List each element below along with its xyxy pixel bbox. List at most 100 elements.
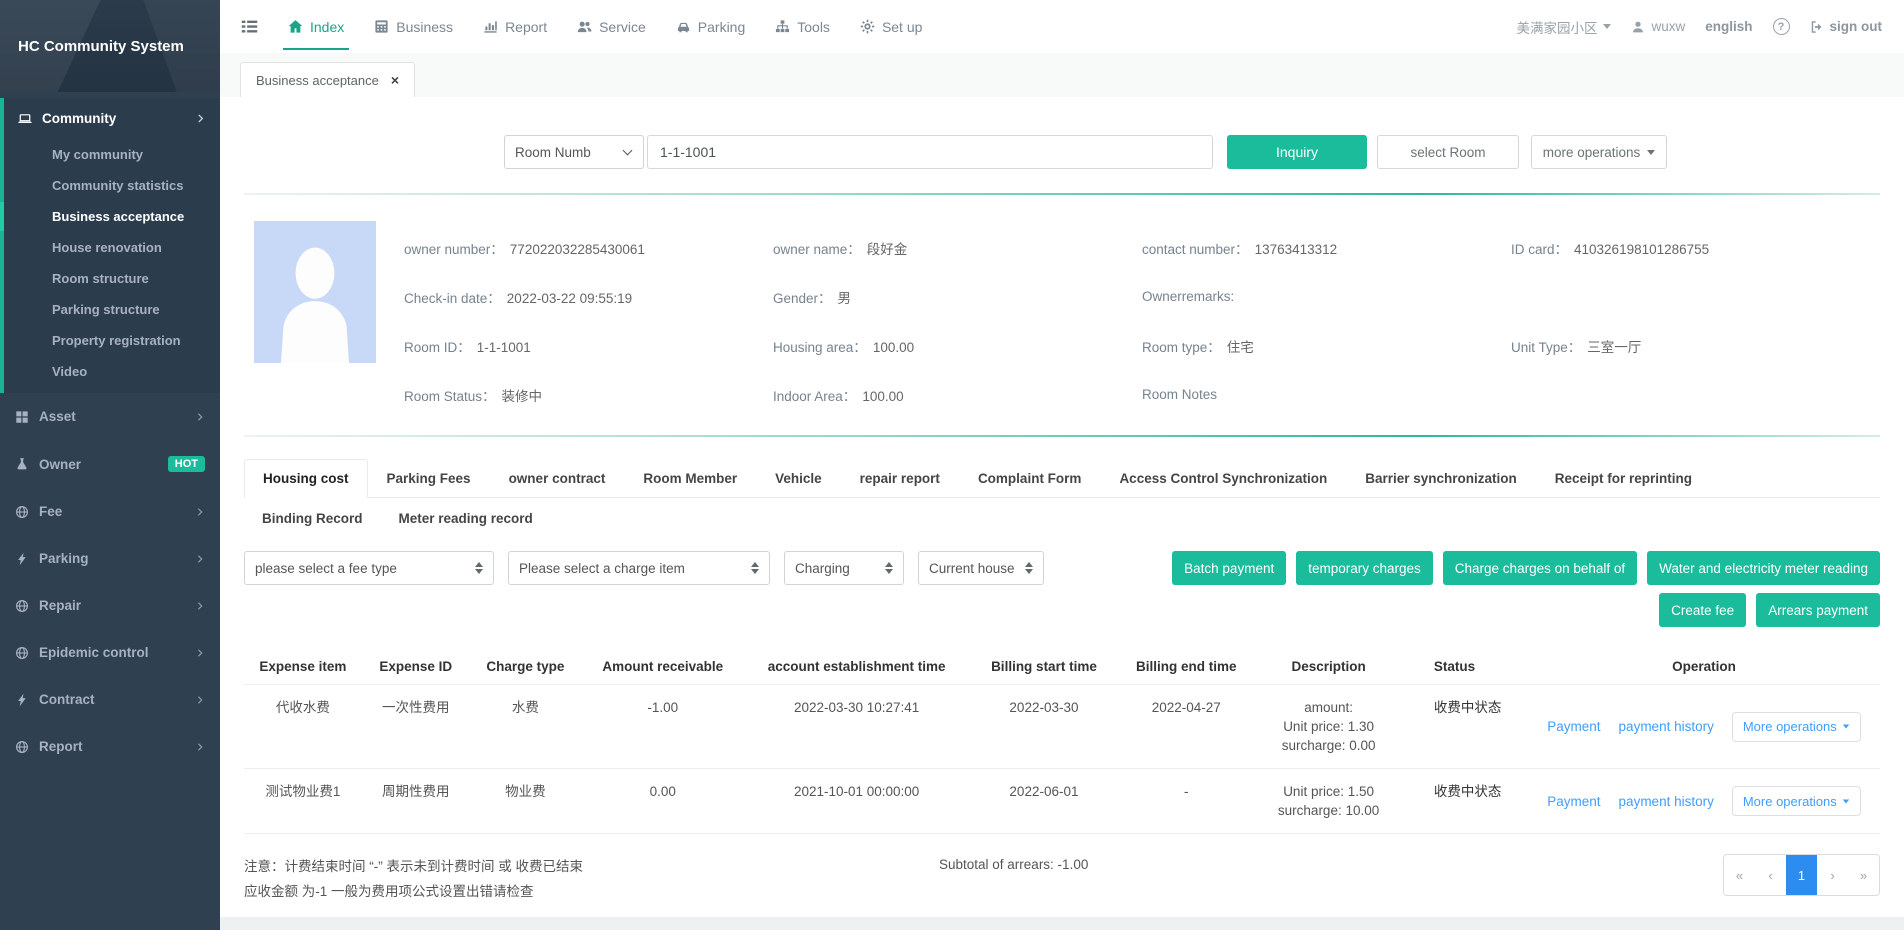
room-select-value: Room Numb bbox=[515, 145, 616, 160]
payment-history-link[interactable]: payment history bbox=[1619, 792, 1714, 811]
description-line: amount: bbox=[1253, 698, 1404, 717]
sidebar-item-video[interactable]: Video bbox=[4, 356, 220, 387]
fee-actions: Batch payment temporary charges Charge c… bbox=[1135, 551, 1880, 627]
nav-item-index[interactable]: Index bbox=[273, 0, 359, 53]
user-icon bbox=[1631, 20, 1645, 34]
chevron-right-icon bbox=[195, 601, 205, 611]
nav-item-report[interactable]: Report bbox=[468, 0, 562, 53]
create-fee-button[interactable]: Create fee bbox=[1659, 593, 1746, 627]
sidebar-item-fee[interactable]: Fee bbox=[0, 488, 220, 535]
sidebar-item-label: Fee bbox=[39, 504, 62, 519]
sidebar-item-parking-structure[interactable]: Parking structure bbox=[4, 294, 220, 325]
updown-caret-icon bbox=[1025, 562, 1033, 574]
caret-down-icon bbox=[1647, 150, 1655, 155]
nav-item-setup[interactable]: Set up bbox=[845, 0, 937, 53]
charge-item-value: Please select a charge item bbox=[519, 561, 743, 576]
sidebar-item-house-renovation[interactable]: House renovation bbox=[4, 232, 220, 263]
field-room-status: Room Status：装修中 bbox=[404, 385, 773, 405]
nav-item-label: Service bbox=[599, 19, 646, 35]
tab-complaint-form[interactable]: Complaint Form bbox=[959, 459, 1101, 498]
nav-item-service[interactable]: Service bbox=[562, 0, 661, 53]
cell-billing-start-time: 2022-03-30 bbox=[969, 698, 1120, 717]
payment-link[interactable]: Payment bbox=[1547, 792, 1600, 811]
arrears-payment-button[interactable]: Arrears payment bbox=[1756, 593, 1880, 627]
sidebar-item-business-acceptance[interactable]: Business acceptance bbox=[4, 201, 220, 232]
nav-item-label: Tools bbox=[797, 19, 830, 35]
cell-description: amount: Unit price: 1.30 surcharge: 0.00 bbox=[1253, 698, 1404, 755]
tab-owner-contract[interactable]: owner contract bbox=[490, 459, 625, 498]
content-panel: Room Numb Inquiry select Room more opera… bbox=[220, 97, 1904, 917]
sidebar-item-report[interactable]: Report bbox=[0, 723, 220, 770]
payment-history-link[interactable]: payment history bbox=[1619, 717, 1714, 736]
sidebar-item-my-community[interactable]: My community bbox=[4, 139, 220, 170]
tab-meter-reading-record[interactable]: Meter reading record bbox=[381, 498, 551, 539]
tab-binding-record[interactable]: Binding Record bbox=[244, 498, 381, 539]
tab-parking-fees[interactable]: Parking Fees bbox=[368, 459, 490, 498]
tab-repair-report[interactable]: repair report bbox=[841, 459, 959, 498]
sidebar-item-contract[interactable]: Contract bbox=[0, 676, 220, 723]
more-operations-button[interactable]: More operations bbox=[1732, 786, 1861, 816]
more-operations-button[interactable]: More operations bbox=[1732, 712, 1861, 742]
calculator-icon bbox=[374, 19, 389, 34]
tab-housing-cost[interactable]: Housing cost bbox=[244, 459, 368, 498]
page-next-button[interactable]: › bbox=[1817, 855, 1848, 895]
close-icon[interactable]: × bbox=[391, 72, 399, 88]
current-house-select[interactable]: Current house bbox=[918, 551, 1044, 585]
temporary-charges-button[interactable]: temporary charges bbox=[1296, 551, 1433, 585]
inquiry-button[interactable]: Inquiry bbox=[1227, 135, 1367, 169]
more-operations-label: More operations bbox=[1743, 719, 1837, 734]
nav-item-tools[interactable]: Tools bbox=[760, 0, 845, 53]
sidebar-item-label: Epidemic control bbox=[39, 645, 149, 660]
signout-icon bbox=[1810, 20, 1824, 34]
updown-caret-icon bbox=[885, 562, 893, 574]
note-line: 注意：计费结束时间 “-” 表示未到计费时间 或 收费已结束 bbox=[244, 854, 844, 879]
payment-link[interactable]: Payment bbox=[1547, 717, 1600, 736]
tab-access-control-sync[interactable]: Access Control Synchronization bbox=[1100, 459, 1346, 498]
batch-payment-button[interactable]: Batch payment bbox=[1172, 551, 1286, 585]
field-contact-number: contact number：13763413312 bbox=[1142, 238, 1511, 258]
sidebar-item-room-structure[interactable]: Room structure bbox=[4, 263, 220, 294]
charging-select[interactable]: Charging bbox=[784, 551, 904, 585]
more-operations-dropdown[interactable]: more operations bbox=[1531, 135, 1667, 169]
page-1-button[interactable]: 1 bbox=[1786, 855, 1817, 895]
tab-vehicle[interactable]: Vehicle bbox=[756, 459, 841, 498]
sidebar-item-community[interactable]: Community bbox=[4, 98, 220, 139]
cell-description: Unit price: 1.50 surcharge: 10.00 bbox=[1253, 782, 1404, 820]
tab-business-acceptance[interactable]: Business acceptance × bbox=[240, 62, 415, 97]
sidebar-item-repair[interactable]: Repair bbox=[0, 582, 220, 629]
tab-barrier-sync[interactable]: Barrier synchronization bbox=[1346, 459, 1536, 498]
tab-receipt-reprinting[interactable]: Receipt for reprinting bbox=[1536, 459, 1711, 498]
meter-reading-button[interactable]: Water and electricity meter reading bbox=[1647, 551, 1880, 585]
page-last-button[interactable]: » bbox=[1848, 855, 1879, 895]
sidebar-item-property-registration[interactable]: Property registration bbox=[4, 325, 220, 356]
charge-item-select[interactable]: Please select a charge item bbox=[508, 551, 770, 585]
charge-on-behalf-button[interactable]: Charge charges on behalf of bbox=[1443, 551, 1637, 585]
sidebar-item-asset[interactable]: Asset bbox=[0, 393, 220, 440]
user-menu[interactable]: wuxw bbox=[1631, 19, 1685, 34]
sidebar-item-owner[interactable]: Owner HOT bbox=[0, 440, 220, 488]
fee-table-header: Expense item Expense ID Charge type Amou… bbox=[244, 649, 1880, 685]
flask-icon bbox=[15, 457, 29, 471]
menu-toggle-button[interactable] bbox=[240, 17, 259, 36]
caret-down-icon bbox=[1843, 725, 1849, 729]
room-search-input[interactable] bbox=[647, 135, 1213, 169]
page-first-button[interactable]: « bbox=[1724, 855, 1755, 895]
field-owner-name: owner name：段好金 bbox=[773, 238, 1142, 258]
help-icon[interactable]: ? bbox=[1773, 18, 1790, 35]
nav-item-business[interactable]: Business bbox=[359, 0, 468, 53]
room-number-select[interactable]: Room Numb bbox=[504, 135, 644, 169]
select-room-button[interactable]: select Room bbox=[1377, 135, 1519, 169]
signout-button[interactable]: sign out bbox=[1810, 19, 1883, 34]
sidebar-item-community-statistics[interactable]: Community statistics bbox=[4, 170, 220, 201]
community-selector[interactable]: 美满家园小区 bbox=[1516, 17, 1611, 37]
field-owner-remarks: Ownerremarks: bbox=[1142, 289, 1511, 304]
globe-icon bbox=[15, 599, 29, 613]
fee-type-select[interactable]: please select a fee type bbox=[244, 551, 494, 585]
sidebar-item-epidemic-control[interactable]: Epidemic control bbox=[0, 629, 220, 676]
tab-room-member[interactable]: Room Member bbox=[624, 459, 756, 498]
nav-item-parking[interactable]: Parking bbox=[661, 0, 760, 53]
language-toggle[interactable]: english bbox=[1705, 19, 1752, 34]
sitemap-icon bbox=[775, 19, 790, 34]
sidebar-item-parking[interactable]: Parking bbox=[0, 535, 220, 582]
page-prev-button[interactable]: ‹ bbox=[1755, 855, 1786, 895]
